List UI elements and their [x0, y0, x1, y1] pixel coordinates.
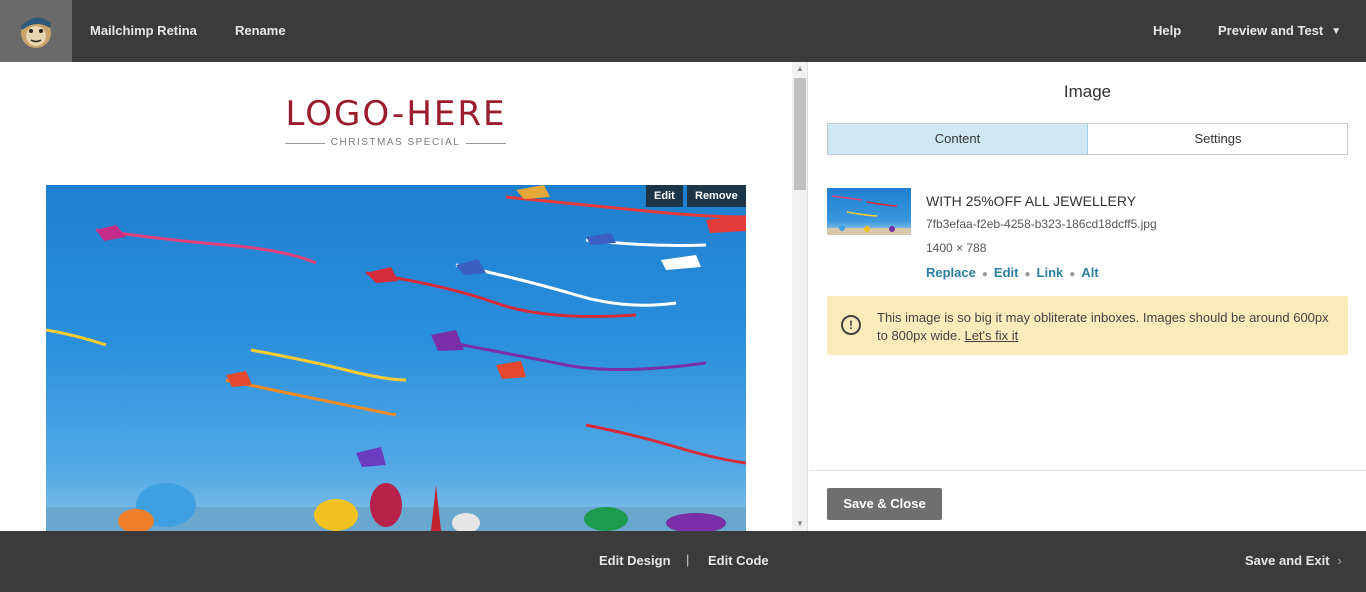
image-thumbnail — [827, 188, 911, 235]
campaign-title: Mailchimp Retina — [90, 23, 197, 38]
rename-link[interactable]: Rename — [235, 23, 286, 38]
warning-message: This image is so big it may obliterate i… — [877, 310, 1329, 343]
preview-and-test-menu[interactable]: Preview and Test ▼ — [1218, 23, 1341, 38]
edit-code-link[interactable]: Edit Code — [708, 553, 769, 568]
mailchimp-monkey-icon — [21, 17, 51, 48]
alt-link[interactable]: Alt — [1081, 265, 1098, 280]
panel-title: Image — [1063, 82, 1112, 101]
exclamation-circle-icon: ! — [841, 315, 861, 335]
scroll-up-arrow-icon[interactable]: ▲ — [792, 62, 808, 76]
warning-text-container: This image is so big it may obliterate i… — [877, 309, 1337, 345]
scrollbar-thumb[interactable] — [794, 78, 806, 190]
edit-link[interactable]: Edit — [994, 265, 1019, 280]
tagline-rule-right — [466, 143, 506, 144]
bottom-bar: Edit Design | Edit Code Save and Exit › — [0, 531, 1366, 592]
separator-dot: ● — [1069, 269, 1076, 280]
preview-label: Preview and Test — [1218, 23, 1324, 38]
image-filename: 7fb3efaa-f2eb-4258-b323-186cd18dcff5.jpg — [926, 217, 1157, 231]
canvas-scrollbar[interactable]: ▲ ▼ — [792, 62, 808, 531]
image-size-warning: ! This image is so big it may obliterate… — [827, 296, 1348, 355]
chevron-right-icon: › — [1337, 553, 1342, 568]
kites-thumbnail — [827, 195, 911, 235]
save-and-close-button[interactable]: Save & Close — [827, 488, 942, 520]
tab-settings[interactable]: Settings — [1089, 124, 1347, 154]
separator-dot: ● — [1024, 269, 1031, 280]
image-actions: Replace ● Edit ● Link ● Alt — [926, 265, 1099, 280]
image-title: WITH 25%OFF ALL JEWELLERY — [926, 193, 1137, 209]
bottom-separator: | — [686, 552, 690, 567]
image-edit-button[interactable]: Edit — [646, 185, 683, 207]
replace-link[interactable]: Replace — [926, 265, 976, 280]
chevron-down-icon: ▼ — [1331, 26, 1342, 37]
separator-dot: ● — [981, 269, 988, 280]
panel-tabs: Content Settings — [827, 123, 1348, 155]
email-canvas: LOGO-HERE CHRISTMAS SPECIAL Edit Remove — [0, 62, 792, 531]
save-and-exit-button[interactable]: Save and Exit › — [1245, 553, 1342, 568]
image-dimensions: 1400 × 788 — [926, 241, 987, 255]
save-and-exit-label: Save and Exit — [1245, 553, 1330, 568]
scroll-down-arrow-icon[interactable]: ▼ — [792, 517, 808, 531]
link-link[interactable]: Link — [1037, 265, 1064, 280]
edit-design-link[interactable]: Edit Design — [599, 553, 671, 568]
help-link[interactable]: Help — [1153, 23, 1181, 38]
kites-image — [46, 185, 746, 531]
mailchimp-logo[interactable] — [0, 0, 72, 62]
image-properties-panel: Image Content Settings WITH 25%OFF ALL J… — [809, 62, 1366, 531]
lets-fix-it-link[interactable]: Let's fix it — [964, 328, 1018, 343]
image-remove-button[interactable]: Remove — [687, 185, 746, 207]
tagline: CHRISTMAS SPECIAL — [285, 137, 506, 151]
brand-logo-text[interactable]: LOGO-HERE — [0, 94, 792, 134]
panel-divider — [809, 470, 1366, 471]
tab-content[interactable]: Content — [828, 124, 1088, 154]
hero-image-block[interactable]: Edit Remove — [46, 185, 746, 531]
top-bar: Mailchimp Retina Rename Help Preview and… — [0, 0, 1366, 62]
